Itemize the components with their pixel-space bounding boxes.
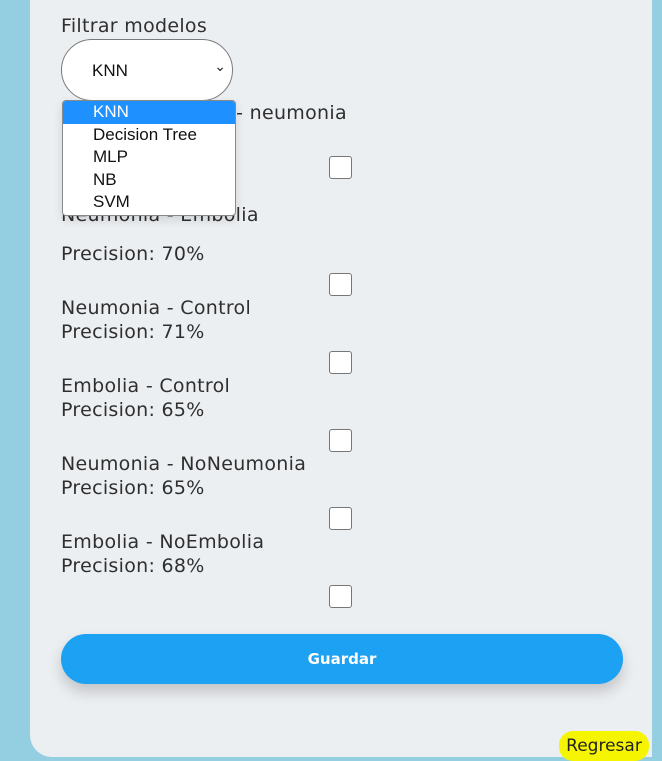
model-name: Embolia - Control [61,375,231,397]
model-name: Neumonia - NoNeumonia [61,453,307,475]
save-button[interactable]: Guardar [61,634,623,684]
model-name: Embolia - NoEmbolia [61,531,265,553]
model-checkbox[interactable] [329,273,352,296]
model-checkbox[interactable] [329,507,352,530]
model-precision: Precision: 68% [61,555,205,577]
chevron-down-icon: ⌄ [214,58,226,74]
model-precision: Precision: 71% [61,321,205,343]
filter-label: Filtrar modelos [61,15,208,37]
model-checkbox[interactable] [329,156,352,179]
option-nb[interactable]: NB [63,169,235,192]
model-precision: Precision: 65% [61,477,205,499]
model-checkbox[interactable] [329,351,352,374]
selected-value: KNN [92,61,128,80]
option-knn[interactable]: KNN [63,101,235,124]
model-filter-dropdown: KNN Decision Tree MLP NB SVM [62,100,236,216]
option-svm[interactable]: SVM [63,191,235,214]
model-filter-select[interactable]: KNN ⌄ [61,39,233,101]
model-checkbox[interactable] [329,585,352,608]
model-precision: Precision: 65% [61,399,205,421]
option-mlp[interactable]: MLP [63,146,235,169]
option-decision-tree[interactable]: Decision Tree [63,124,235,147]
model-name: Neumonia - Control [61,297,252,319]
model-checkbox[interactable] [329,429,352,452]
model-precision: Precision: 70% [61,243,205,265]
